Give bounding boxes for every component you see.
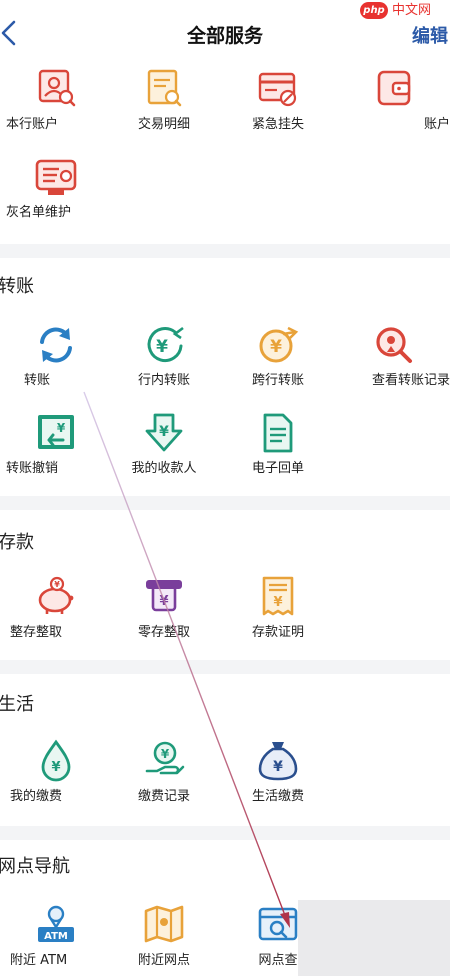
yuan-in-icon: ¥ [141, 322, 187, 368]
service-label: 本行账户 [6, 117, 59, 132]
section-title-transfer: 转账 [0, 276, 34, 297]
service-label: 行内转账 [137, 373, 190, 388]
undo-transfer-icon: ¥ [33, 410, 79, 456]
hand-yuan-icon: ¥ [141, 738, 187, 784]
svg-text:¥: ¥ [51, 760, 60, 775]
service-label: 电子回单 [251, 461, 304, 476]
service-label: 紧急挂失 [251, 117, 304, 132]
service-item-e-receipt[interactable]: 电子回单 [222, 410, 334, 490]
section-divider [0, 660, 450, 674]
atm-slot-icon: ¥ [141, 574, 187, 620]
svg-text:¥: ¥ [156, 337, 168, 357]
atm-location-icon: ATM [33, 902, 79, 948]
water-drop-yuan-icon: ¥ [33, 738, 79, 784]
service-item-transfer-revoke[interactable]: ¥ 转账撤销 [0, 410, 112, 490]
service-label: 缴费记录 [137, 789, 190, 804]
certificate-icon: ¥ [255, 574, 301, 620]
service-item-life-payment[interactable]: ¥ 生活缴费 [222, 738, 334, 818]
svg-text:¥: ¥ [273, 595, 282, 610]
service-item-deposit-certificate[interactable]: ¥ 存款证明 [222, 574, 334, 654]
svg-text:ATM: ATM [44, 931, 68, 942]
svg-text:¥: ¥ [159, 594, 168, 609]
svg-text:¥: ¥ [54, 580, 60, 589]
graylist-card-icon [33, 154, 79, 200]
service-label: 交易明细 [137, 117, 190, 132]
money-bag-icon: ¥ [255, 738, 301, 784]
branch-query-icon [255, 902, 301, 948]
section-divider [0, 496, 450, 510]
svg-text:¥: ¥ [273, 759, 283, 775]
map-location-icon [141, 902, 187, 948]
payee-download-icon: ¥ [141, 410, 187, 456]
page-title: 全部服务 [186, 25, 263, 47]
search-record-icon [371, 322, 417, 368]
section-divider [0, 244, 450, 258]
service-item-transfer[interactable]: 转账 [0, 322, 112, 402]
yuan-out-icon: ¥ [255, 322, 301, 368]
service-item-graylist[interactable]: 灰名单维护 [0, 154, 112, 234]
section-title-life: 生活 [0, 694, 34, 715]
service-label: 跨行转账 [251, 373, 304, 388]
service-item-installment-deposit[interactable]: ¥ 零存整取 [108, 574, 220, 654]
piggy-bank-icon: ¥ [33, 574, 79, 620]
service-label: 附近网点 [137, 953, 190, 968]
section-title-deposit: 存款 [0, 532, 34, 553]
watermark-text: 中文网 [392, 3, 432, 18]
service-label: 我的缴费 [10, 789, 63, 804]
service-item-transaction-detail[interactable]: 交易明细 [108, 66, 220, 146]
service-label: 整存整取 [10, 625, 63, 640]
service-item-my-payees[interactable]: ¥ 我的收款人 [108, 410, 220, 490]
document-icon [255, 410, 301, 456]
svg-text:¥: ¥ [57, 421, 66, 435]
service-label: 转账 [24, 373, 51, 388]
service-label: 存款证明 [251, 625, 304, 640]
service-label: 生活缴费 [251, 789, 304, 804]
account-person-icon [33, 66, 79, 112]
service-item-my-payments[interactable]: ¥ 我的缴费 [0, 738, 112, 818]
svg-text:¥: ¥ [161, 747, 170, 761]
service-label: 转账撤销 [6, 461, 59, 476]
blurred-region [298, 900, 450, 976]
service-label: 附近 ATM [10, 953, 68, 968]
service-label: 账户 [423, 117, 450, 132]
refresh-transfer-icon [33, 322, 79, 368]
service-label: 零存整取 [137, 625, 190, 640]
service-item-inter-bank-transfer[interactable]: ¥ 跨行转账 [222, 322, 334, 402]
service-item-bank-account[interactable]: 本行账户 [0, 66, 112, 146]
service-item-intra-bank-transfer[interactable]: ¥ 行内转账 [108, 322, 220, 402]
service-label: 灰名单维护 [6, 205, 72, 220]
section-title-branch-nav: 网点导航 [0, 856, 70, 877]
service-item-emergency-loss[interactable]: 紧急挂失 [222, 66, 334, 146]
service-label: 我的收款人 [131, 461, 197, 476]
transaction-detail-icon [141, 66, 187, 112]
card-lost-icon [255, 66, 301, 112]
watermark-badge: php [360, 2, 388, 19]
service-item-account[interactable]: 账户 [338, 66, 450, 146]
watermark: php 中文网 [358, 0, 450, 22]
service-item-nearby-atm[interactable]: ATM 附近 ATM [0, 902, 112, 976]
wallet-icon [371, 66, 417, 112]
service-item-transfer-records[interactable]: 查看转账记录 [338, 322, 450, 402]
service-label: 查看转账记录 [371, 373, 450, 388]
service-item-nearby-branch[interactable]: 附近网点 [108, 902, 220, 976]
service-item-payment-records[interactable]: ¥ 缴费记录 [108, 738, 220, 818]
section-divider [0, 826, 450, 840]
svg-text:¥: ¥ [270, 337, 282, 357]
service-item-lump-sum-deposit[interactable]: ¥ 整存整取 [0, 574, 112, 654]
svg-text:¥: ¥ [159, 424, 169, 440]
edit-button[interactable]: 编辑 [412, 22, 448, 48]
